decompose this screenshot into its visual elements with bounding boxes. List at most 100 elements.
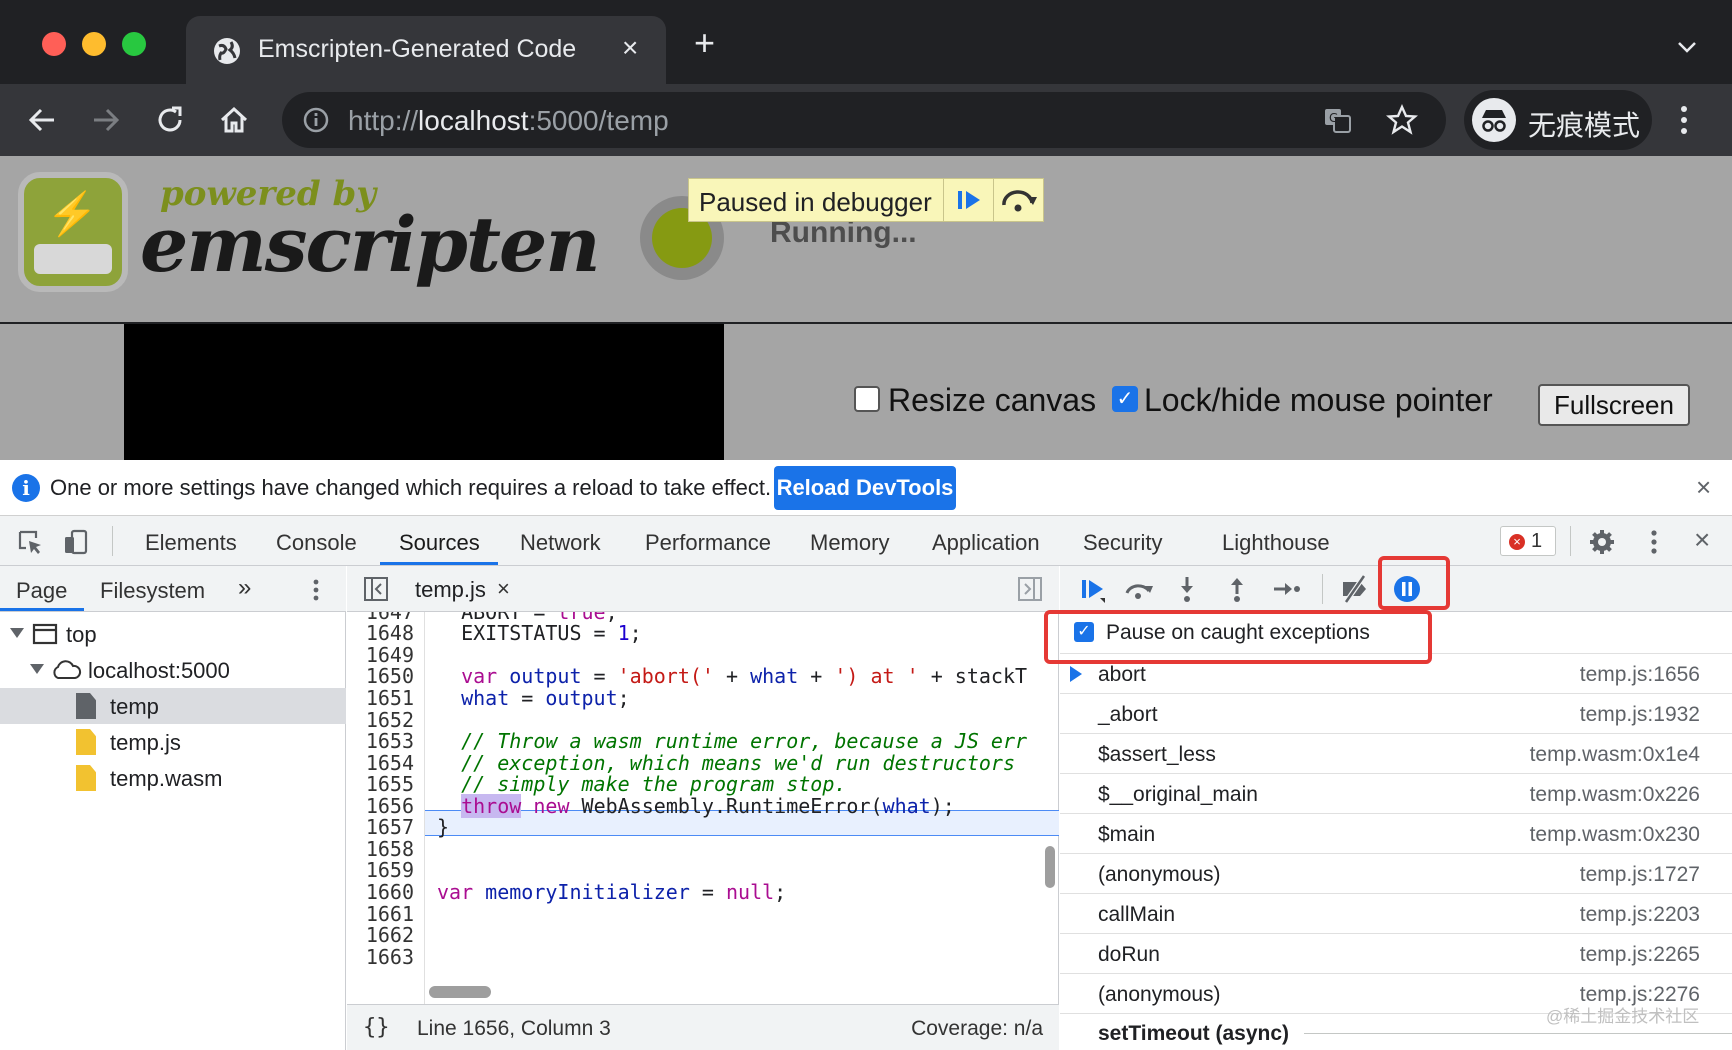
infobar-close-icon[interactable]: × [1696, 472, 1711, 503]
step-over-icon[interactable] [1124, 574, 1154, 604]
line-number[interactable]: 1657 [366, 815, 414, 839]
info-icon[interactable] [302, 106, 330, 134]
step-icon[interactable] [1272, 574, 1302, 604]
frame-location[interactable]: temp.js:2203 [1580, 903, 1700, 927]
fullscreen-button[interactable]: Fullscreen [1538, 384, 1690, 426]
frame-location[interactable]: temp.wasm:0x230 [1530, 823, 1700, 847]
inspect-element-icon[interactable] [16, 528, 44, 556]
devtools-close-icon[interactable]: × [1694, 524, 1710, 556]
url-path: :5000/temp [528, 105, 669, 136]
step-into-icon[interactable] [1172, 574, 1202, 604]
globe-icon [214, 38, 240, 64]
frame-location[interactable]: temp.js:2265 [1580, 943, 1700, 967]
call-frame[interactable]: callMain temp.js:2203 [1060, 894, 1732, 934]
emscripten-canvas[interactable] [124, 324, 724, 460]
browser-tab[interactable]: Emscripten-Generated Code × [186, 16, 666, 84]
horizontal-scrollbar[interactable] [429, 986, 491, 998]
vertical-scrollbar[interactable] [1045, 846, 1055, 888]
close-window-button[interactable] [42, 32, 66, 56]
line-number[interactable]: 1651 [366, 686, 414, 710]
line-number[interactable]: 1659 [366, 858, 414, 882]
incognito-indicator[interactable]: 无痕模式 [1464, 90, 1652, 150]
code-view[interactable]: ABORT = true; EXITSTATUS = 1; var output… [427, 612, 1059, 1004]
line-number[interactable]: 1650 [366, 664, 414, 688]
forward-arrow-icon[interactable] [88, 102, 124, 138]
url-text[interactable]: http://localhost:5000/temp [348, 105, 669, 137]
expand-arrow-icon[interactable] [10, 628, 24, 638]
call-frame[interactable]: (anonymous) temp.js:1727 [1060, 854, 1732, 894]
gear-icon[interactable] [1588, 528, 1616, 556]
more-vert-icon[interactable] [1640, 528, 1668, 556]
tab-console[interactable]: Console [276, 530, 357, 556]
tab-elements[interactable]: Elements [145, 530, 237, 556]
line-number[interactable]: 1663 [366, 945, 414, 969]
overlay-resume-button[interactable] [943, 179, 993, 221]
step-out-icon[interactable] [1222, 574, 1252, 604]
device-toolbar-icon[interactable] [62, 528, 90, 556]
line-number[interactable]: 1653 [366, 729, 414, 753]
line-number[interactable]: 1660 [366, 880, 414, 904]
overlay-step-over-button[interactable] [993, 179, 1043, 221]
call-frame[interactable]: doRun temp.js:2265 [1060, 934, 1732, 974]
toolbar-divider [1570, 526, 1571, 556]
tab-page[interactable]: Page [16, 578, 67, 604]
maximize-window-button[interactable] [122, 32, 146, 56]
tab-sources[interactable]: Sources [399, 530, 480, 556]
frame-location[interactable]: temp.js:1932 [1580, 703, 1700, 727]
more-tabs-icon[interactable]: » [238, 574, 251, 602]
tab-memory[interactable]: Memory [810, 530, 889, 556]
call-frame[interactable]: _abort temp.js:1932 [1060, 694, 1732, 734]
lock-pointer-checkbox[interactable]: ✓ [1112, 386, 1138, 412]
file-tab-close-icon[interactable]: × [497, 576, 510, 602]
deactivate-breakpoints-icon[interactable] [1340, 574, 1370, 604]
tree-item-temp[interactable]: temp [0, 688, 346, 724]
frame-location[interactable]: temp.js:1727 [1580, 863, 1700, 887]
address-bar[interactable]: http://localhost:5000/temp G [282, 92, 1446, 148]
more-vert-icon[interactable] [308, 578, 324, 602]
tree-item-temp-js[interactable]: temp.js [0, 724, 346, 760]
script-file-icon [76, 765, 96, 791]
code-line: var output = 'abort(' + what + ') at ' +… [461, 664, 1028, 688]
chevron-down-icon[interactable] [1676, 36, 1698, 58]
more-vert-icon[interactable] [1676, 102, 1692, 138]
tab-filesystem[interactable]: Filesystem [100, 578, 205, 604]
line-number-gutter[interactable]: 1647 1648 1649 1650 1651 1652 1653 1654 … [347, 612, 425, 1004]
line-number[interactable]: 1648 [366, 621, 414, 645]
tree-item-top[interactable]: top [0, 616, 346, 652]
tab-performance[interactable]: Performance [645, 530, 771, 556]
tab-close-icon[interactable]: × [622, 32, 638, 64]
translate-icon[interactable]: G [1322, 104, 1354, 136]
resize-canvas-checkbox[interactable] [854, 386, 880, 412]
reload-devtools-button[interactable]: Reload DevTools [774, 466, 956, 510]
call-frame[interactable]: $__original_main temp.wasm:0x226 [1060, 774, 1732, 814]
line-number[interactable]: 1655 [366, 772, 414, 796]
url-scheme: http:// [348, 105, 419, 136]
pretty-print-button[interactable]: {} [363, 1015, 390, 1040]
tab-application[interactable]: Application [932, 530, 1040, 556]
resume-icon[interactable] [1078, 574, 1108, 604]
tab-security[interactable]: Security [1083, 530, 1162, 556]
bookmark-star-icon[interactable] [1386, 104, 1418, 136]
tree-item-origin[interactable]: localhost:5000 [0, 652, 346, 688]
minimize-window-button[interactable] [82, 32, 106, 56]
call-frame[interactable]: $assert_less temp.wasm:0x1e4 [1060, 734, 1732, 774]
back-arrow-icon[interactable] [24, 102, 60, 138]
tab-network[interactable]: Network [520, 530, 601, 556]
home-icon[interactable] [216, 102, 252, 138]
step-over-icon [1002, 190, 1037, 212]
error-count-badge[interactable]: × 1 [1500, 526, 1556, 556]
expand-arrow-icon[interactable] [30, 664, 44, 674]
frame-location[interactable]: temp.wasm:0x1e4 [1530, 743, 1700, 767]
call-frame[interactable]: $main temp.wasm:0x230 [1060, 814, 1732, 854]
frame-location[interactable]: temp.js:1656 [1580, 663, 1700, 687]
tab-lighthouse[interactable]: Lighthouse [1222, 530, 1330, 556]
toggle-debugger-icon[interactable] [1017, 576, 1043, 602]
frame-location[interactable]: temp.wasm:0x226 [1530, 783, 1700, 807]
reload-icon[interactable] [152, 102, 188, 138]
toggle-navigator-icon[interactable] [363, 576, 389, 602]
tree-item-temp-wasm[interactable]: temp.wasm [0, 760, 346, 796]
editor-file-tab[interactable]: temp.js [415, 577, 486, 603]
line-number[interactable]: 1662 [366, 923, 414, 947]
paused-in-debugger-overlay: Paused in debugger [688, 178, 1044, 222]
new-tab-button[interactable]: + [694, 25, 715, 61]
